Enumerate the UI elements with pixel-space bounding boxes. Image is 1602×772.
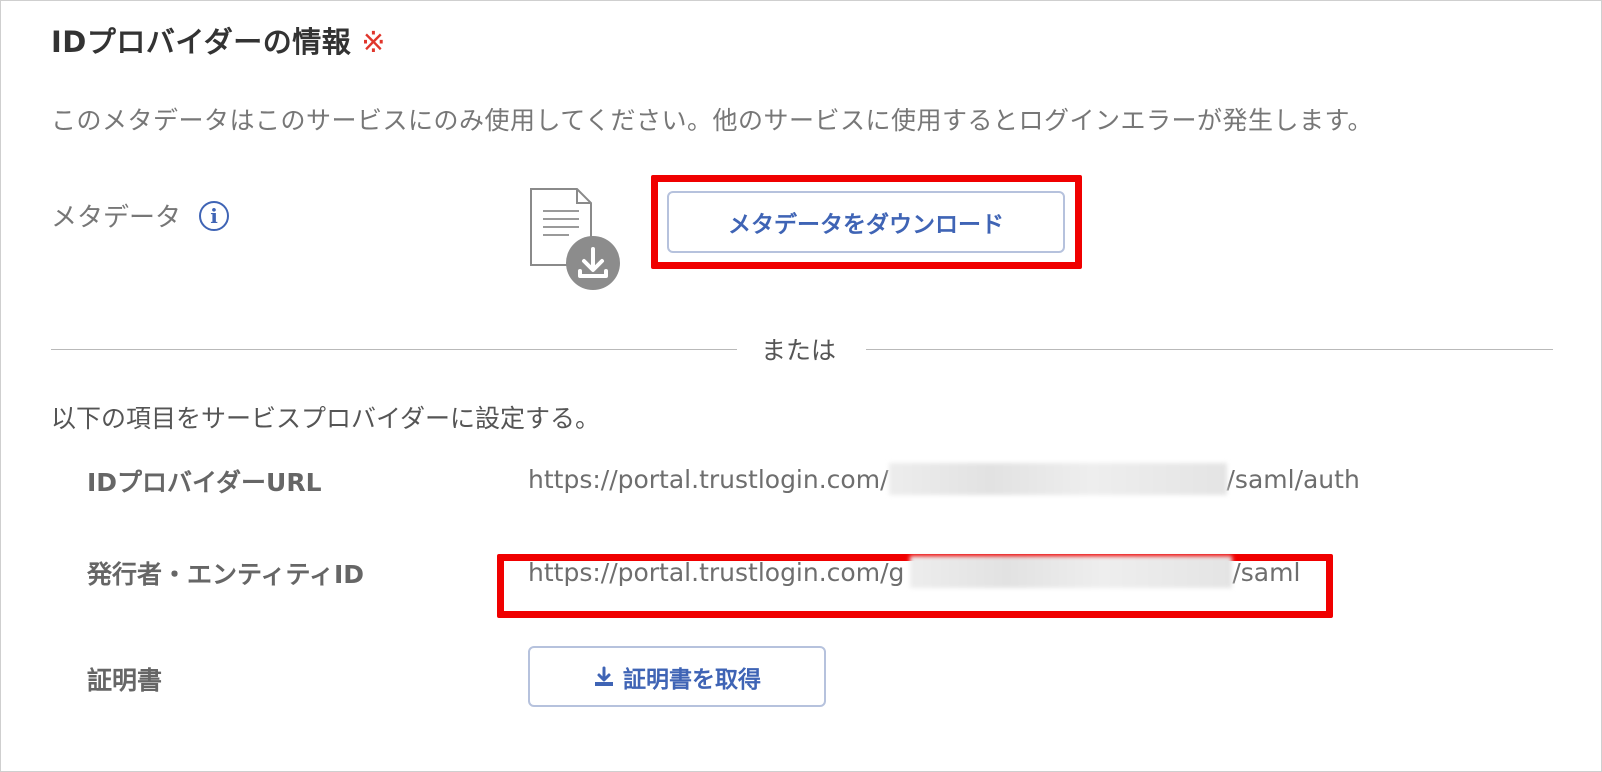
entity-id-prefix: https://portal.trustlogin.com/g	[528, 557, 905, 587]
entity-id-label: 発行者・エンティティID	[87, 560, 365, 589]
entity-id-suffix: /saml	[1232, 557, 1301, 587]
metadata-label-group: メタデータ i	[51, 197, 230, 234]
section-title: IDプロバイダーの情報 ※	[51, 19, 386, 61]
required-mark: ※	[361, 25, 387, 59]
entity-id-value: https://portal.trustlogin.com/g /saml	[528, 556, 1300, 588]
document-download-icon	[529, 187, 621, 295]
idp-url-prefix: https://portal.trustlogin.com/	[528, 464, 889, 494]
manual-instruction: 以下の項目をサービスプロバイダーに設定する。	[51, 404, 601, 433]
idp-url-label: IDプロバイダーURL	[87, 468, 322, 497]
idp-url-suffix: /saml/auth	[1226, 464, 1360, 494]
idp-info-panel: IDプロバイダーの情報 ※ このメタデータはこのサービスにのみ使用してください。他…	[0, 0, 1602, 772]
divider-right	[866, 349, 1553, 350]
section-title-text: IDプロバイダーの情報	[51, 25, 352, 59]
divider-left	[51, 349, 737, 350]
info-icon[interactable]: i	[199, 200, 230, 231]
idp-url-value: https://portal.trustlogin.com/ /saml/aut…	[528, 463, 1360, 495]
certificate-label: 証明書	[87, 666, 163, 695]
download-icon	[595, 666, 613, 686]
get-certificate-button[interactable]: 証明書を取得	[528, 646, 826, 707]
section-description: このメタデータはこのサービスにのみ使用してください。他のサービスに使用するとログ…	[51, 106, 1374, 135]
download-metadata-button[interactable]: メタデータをダウンロード	[667, 191, 1065, 253]
or-separator-text: または	[761, 336, 837, 365]
get-certificate-label: 証明書を取得	[623, 666, 761, 693]
redacted-segment	[910, 556, 1233, 588]
metadata-label: メタデータ	[51, 203, 182, 233]
redacted-segment	[888, 463, 1227, 495]
